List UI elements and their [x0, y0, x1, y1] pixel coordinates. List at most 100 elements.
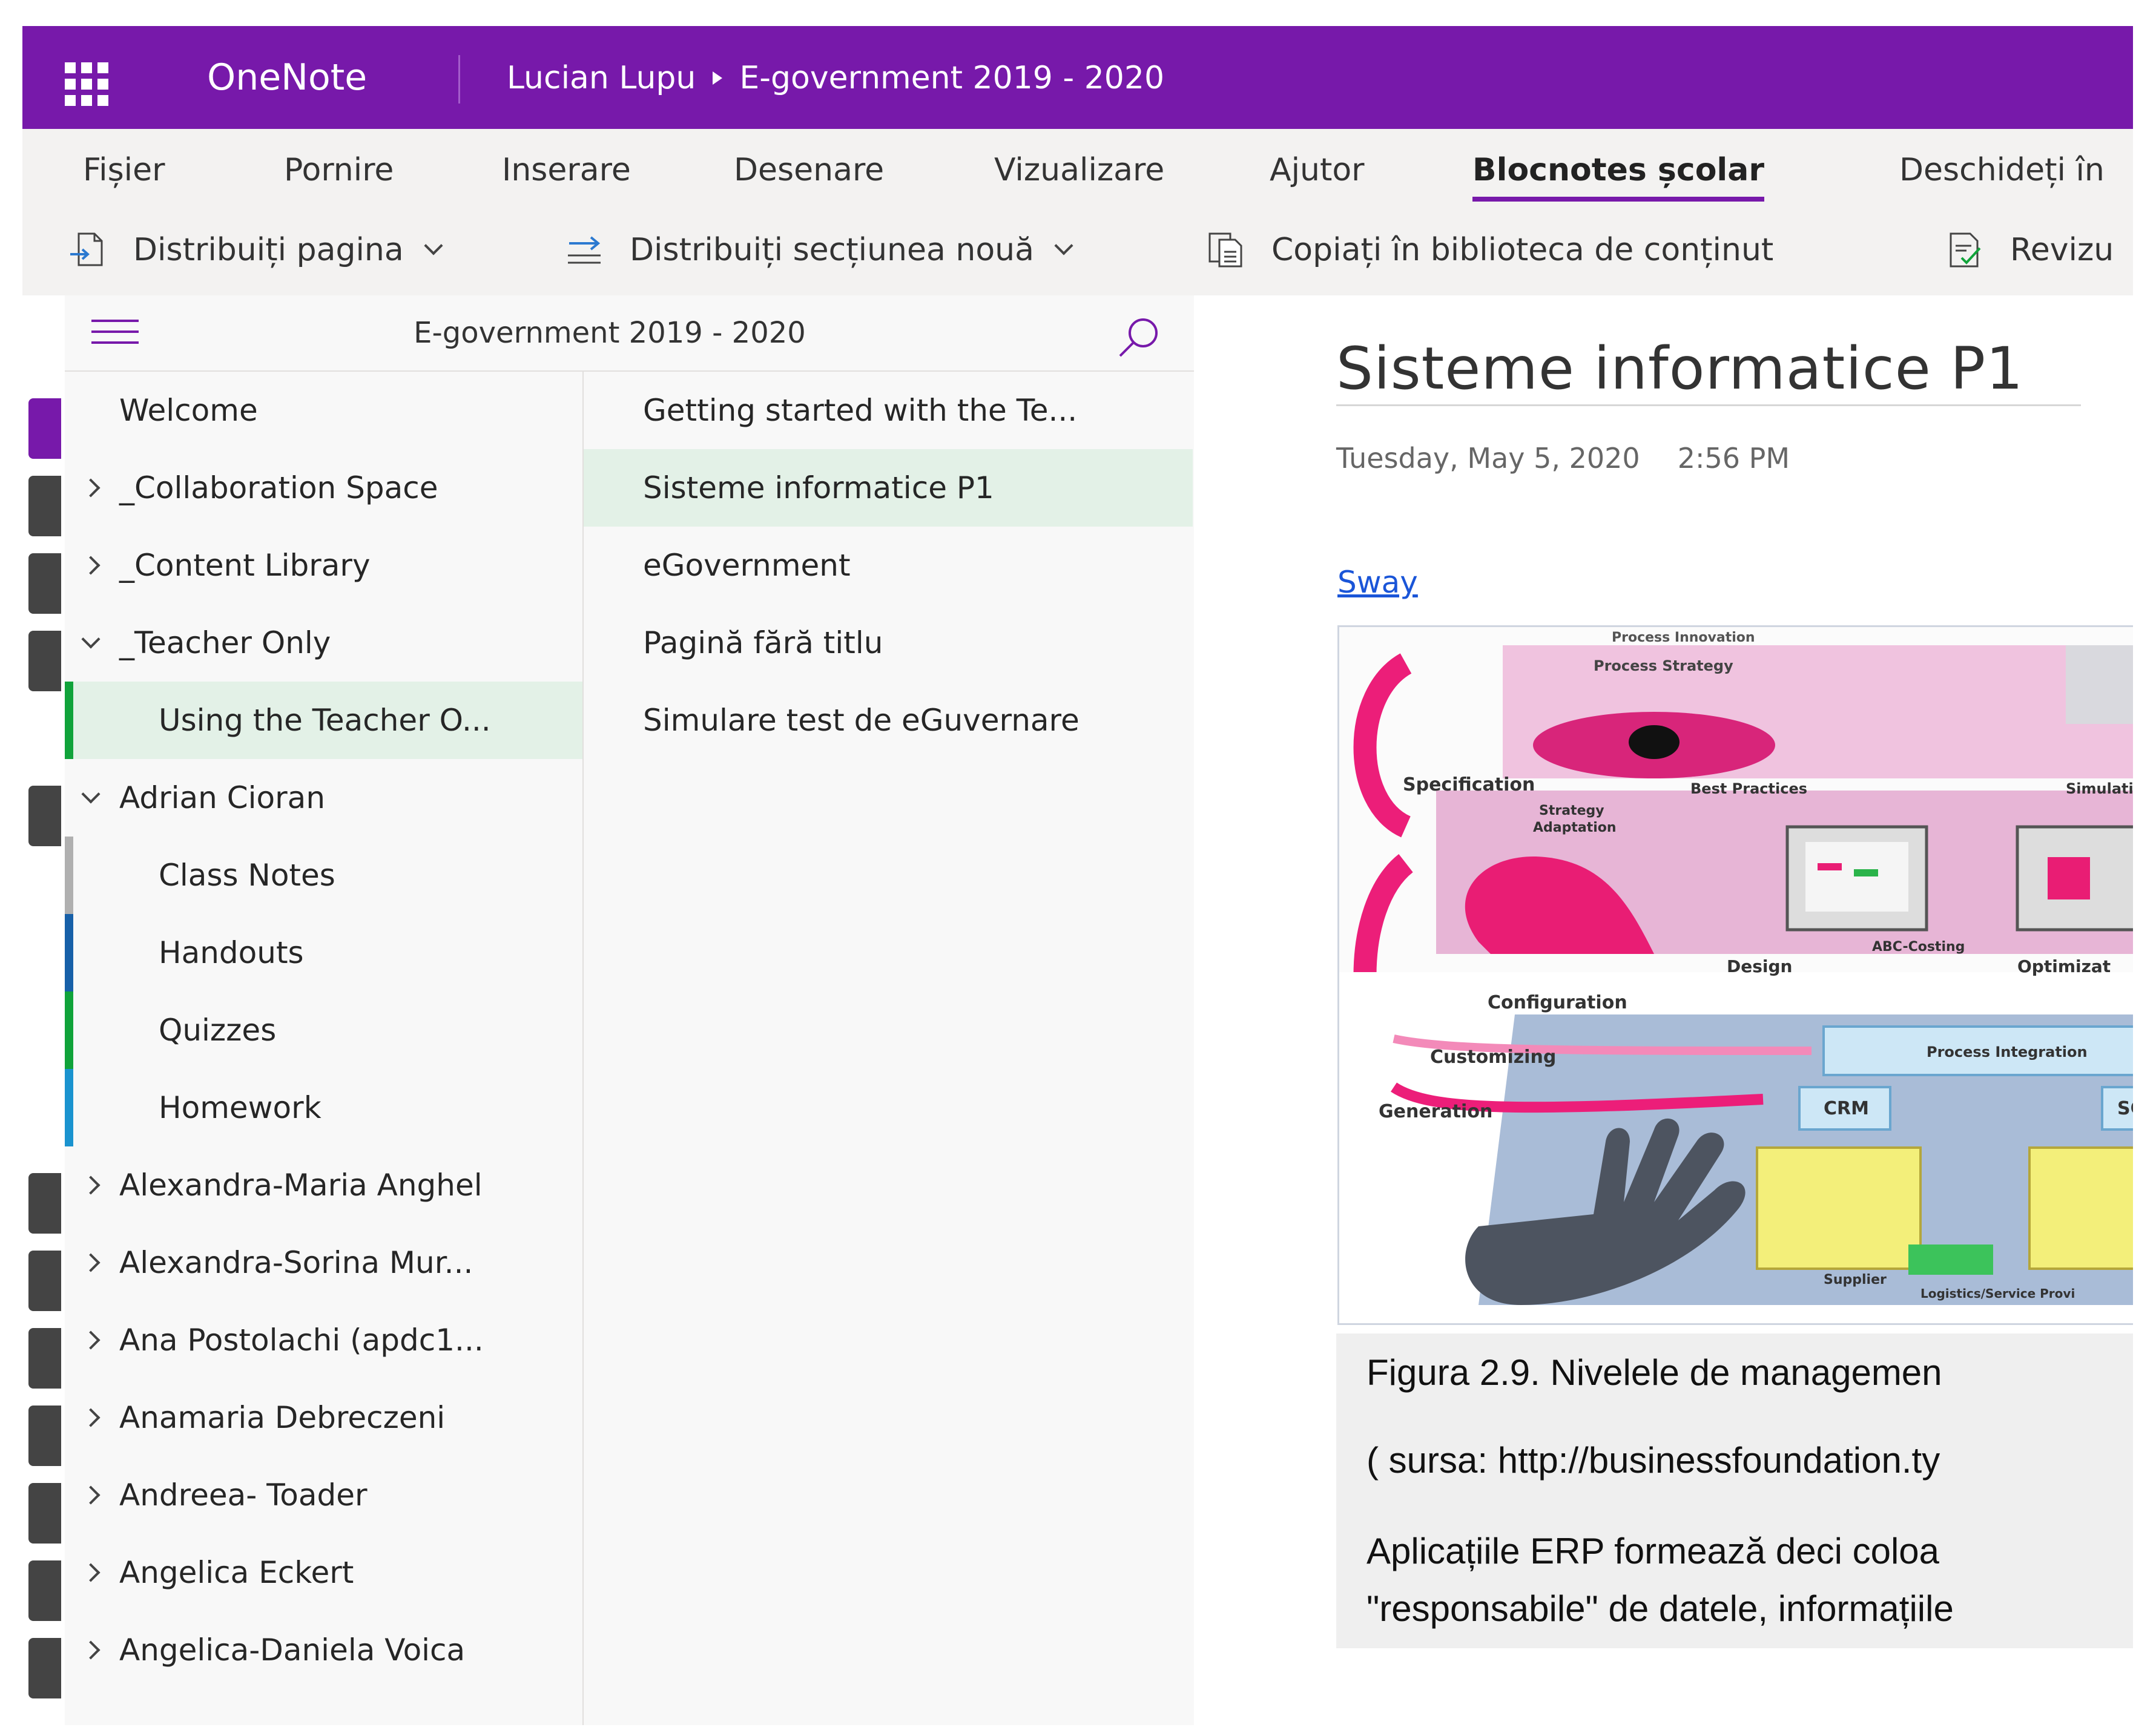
- distribute-section-label: Distribuiți secțiunea nouă: [630, 232, 1034, 268]
- tab-vizualizare[interactable]: Vizualizare: [994, 152, 1164, 188]
- section-item-quizzes[interactable]: Quizzes: [65, 991, 582, 1069]
- rail-tab[interactable]: [28, 1560, 61, 1621]
- section-label: Handouts: [159, 935, 304, 970]
- page-label: Getting started with the Te...: [643, 393, 1078, 428]
- chevron-right-icon[interactable]: [81, 1408, 101, 1427]
- page-datetime: Tuesday, May 5, 2020 2:56 PM: [1336, 442, 1827, 475]
- section-label: Anamaria Debreczeni: [119, 1400, 446, 1435]
- section-label: _Content Library: [119, 548, 371, 583]
- title-underline: [1336, 404, 2081, 406]
- tab-fisier[interactable]: Fișier: [83, 152, 165, 188]
- section-item-class-notes[interactable]: Class Notes: [65, 837, 582, 914]
- chevron-right-icon[interactable]: [81, 478, 101, 498]
- rail-tab[interactable]: [28, 476, 61, 536]
- fig-label-abc-costing: ABC-Costing: [1872, 939, 1965, 955]
- tab-pornire[interactable]: Pornire: [284, 152, 394, 188]
- section-item-student[interactable]: Angelica Eckert: [65, 1534, 582, 1611]
- page-item-selected[interactable]: Sisteme informatice P1: [584, 449, 1193, 527]
- paragraph-line: Aplicațiile ERP formează deci coloa: [1366, 1531, 1940, 1571]
- section-item-student[interactable]: Ana Postolachi (apdc1...: [65, 1301, 582, 1379]
- section-color-tab: [65, 991, 73, 1069]
- sway-link[interactable]: Sway: [1337, 565, 1418, 600]
- rail-tab[interactable]: [28, 1251, 61, 1311]
- section-item-student[interactable]: Alexandra-Maria Anghel: [65, 1146, 582, 1224]
- navigation-pane: E-government 2019 - 2020 Welcome _Collab…: [65, 295, 1195, 1725]
- chevron-right-icon[interactable]: [81, 1330, 101, 1350]
- fig-label-design: Design: [1727, 956, 1792, 976]
- section-label: _Teacher Only: [119, 625, 331, 660]
- tab-deschideti-in[interactable]: Deschideți în: [1899, 152, 2105, 188]
- copy-to-library-button[interactable]: Copiați în biblioteca de conținut: [1206, 230, 1773, 270]
- rail-tab[interactable]: [28, 1328, 61, 1389]
- chevron-right-icon[interactable]: [81, 1175, 101, 1195]
- rail-tab[interactable]: [28, 1173, 61, 1234]
- chevron-down-icon[interactable]: [81, 784, 101, 804]
- chevron-right-icon[interactable]: [81, 556, 101, 575]
- chevron-right-icon[interactable]: [81, 1563, 101, 1582]
- section-label: _Collaboration Space: [119, 470, 438, 505]
- fig-label-strategy: Strategy: [1539, 803, 1604, 818]
- distribute-page-button[interactable]: Distribuiți pagina: [68, 230, 443, 270]
- onenote-window: OneNote Lucian Lupu E-government 2019 - …: [22, 26, 2133, 1725]
- section-item-collaboration-space[interactable]: _Collaboration Space: [65, 449, 582, 527]
- search-icon[interactable]: [1115, 314, 1164, 362]
- chevron-right-icon[interactable]: [81, 1485, 101, 1505]
- section-color-tab: [65, 1069, 73, 1146]
- distribute-page-label: Distribuiți pagina: [133, 232, 404, 268]
- chevron-down-icon: [424, 236, 443, 255]
- fig-label-process-strategy: Process Strategy: [1594, 657, 1733, 674]
- page-item[interactable]: Simulare test de eGuvernare: [584, 682, 1193, 759]
- rail-tab[interactable]: [28, 398, 61, 459]
- fig-label-optimization: Optimizat: [2017, 956, 2111, 976]
- distribute-section-button[interactable]: Distribuiți secțiunea nouă: [564, 230, 1073, 270]
- page-item[interactable]: Pagină fără titlu: [584, 604, 1193, 682]
- erp-diagram-image[interactable]: Process Innovation Process Strategy Spec…: [1337, 625, 2133, 1325]
- section-item-student[interactable]: Andreea- Toader: [65, 1456, 582, 1534]
- chevron-down-icon[interactable]: [81, 630, 101, 649]
- breadcrumb-owner[interactable]: Lucian Lupu: [507, 60, 696, 96]
- breadcrumb-notebook[interactable]: E-government 2019 - 2020: [739, 60, 1164, 96]
- tab-desenare[interactable]: Desenare: [734, 152, 884, 188]
- chevron-right-icon[interactable]: [81, 1253, 101, 1272]
- page-item[interactable]: eGovernment: [584, 527, 1193, 604]
- page-label: eGovernment: [643, 548, 851, 583]
- section-label: Homework: [159, 1090, 321, 1125]
- section-item-content-library[interactable]: _Content Library: [65, 527, 582, 604]
- tab-blocnotes-scolar[interactable]: Blocnotes școlar: [1472, 152, 1764, 202]
- tab-ajutor[interactable]: Ajutor: [1270, 152, 1365, 188]
- section-item-student[interactable]: Angelica-Daniela Voica: [65, 1611, 582, 1689]
- rail-tab[interactable]: [28, 786, 61, 846]
- rail-tab[interactable]: [28, 1483, 61, 1544]
- menu-tabs: Fișier Pornire Inserare Desenare Vizuali…: [22, 129, 2133, 205]
- section-label: Adrian Cioran: [119, 780, 326, 815]
- tab-inserare[interactable]: Inserare: [502, 152, 631, 188]
- section-item-adrian-cioran[interactable]: Adrian Cioran: [65, 759, 582, 837]
- section-item-student[interactable]: Alexandra-Sorina Mur...: [65, 1224, 582, 1301]
- breadcrumb-arrow-icon: [713, 71, 723, 85]
- section-label: Class Notes: [159, 858, 335, 893]
- page-canvas[interactable]: Sisteme informatice P1 Tuesday, May 5, 2…: [1194, 295, 2133, 1725]
- section-color-tab: [65, 682, 73, 759]
- rail-tab[interactable]: [28, 1638, 61, 1698]
- section-item-teacher-only[interactable]: _Teacher Only: [65, 604, 582, 682]
- page-item[interactable]: Getting started with the Te...: [584, 372, 1193, 449]
- section-item-handouts[interactable]: Handouts: [65, 914, 582, 991]
- section-item-student[interactable]: Anamaria Debreczeni: [65, 1379, 582, 1456]
- copy-library-icon: [1208, 232, 1242, 268]
- rail-tab[interactable]: [28, 1406, 61, 1466]
- page-date: Tuesday, May 5, 2020: [1336, 442, 1640, 475]
- section-color-rail: [22, 295, 65, 1725]
- section-item-welcome[interactable]: Welcome: [65, 372, 582, 449]
- app-launcher-icon[interactable]: [65, 62, 113, 106]
- page-text-block[interactable]: Figura 2.9. Nivelele de managemen ( surs…: [1336, 1333, 2133, 1648]
- rail-tab[interactable]: [28, 631, 61, 691]
- section-item-homework[interactable]: Homework: [65, 1069, 582, 1146]
- chevron-right-icon[interactable]: [81, 1640, 101, 1660]
- section-item-using-teacher-only[interactable]: Using the Teacher O...: [65, 682, 582, 759]
- rail-tab[interactable]: [28, 553, 61, 614]
- app-name[interactable]: OneNote: [207, 56, 367, 99]
- page-title[interactable]: Sisteme informatice P1: [1336, 335, 2023, 403]
- title-bar: OneNote Lucian Lupu E-government 2019 - …: [22, 26, 2133, 129]
- review-button[interactable]: Revizu: [1945, 230, 2114, 270]
- notebook-title[interactable]: E-government 2019 - 2020: [65, 316, 1155, 350]
